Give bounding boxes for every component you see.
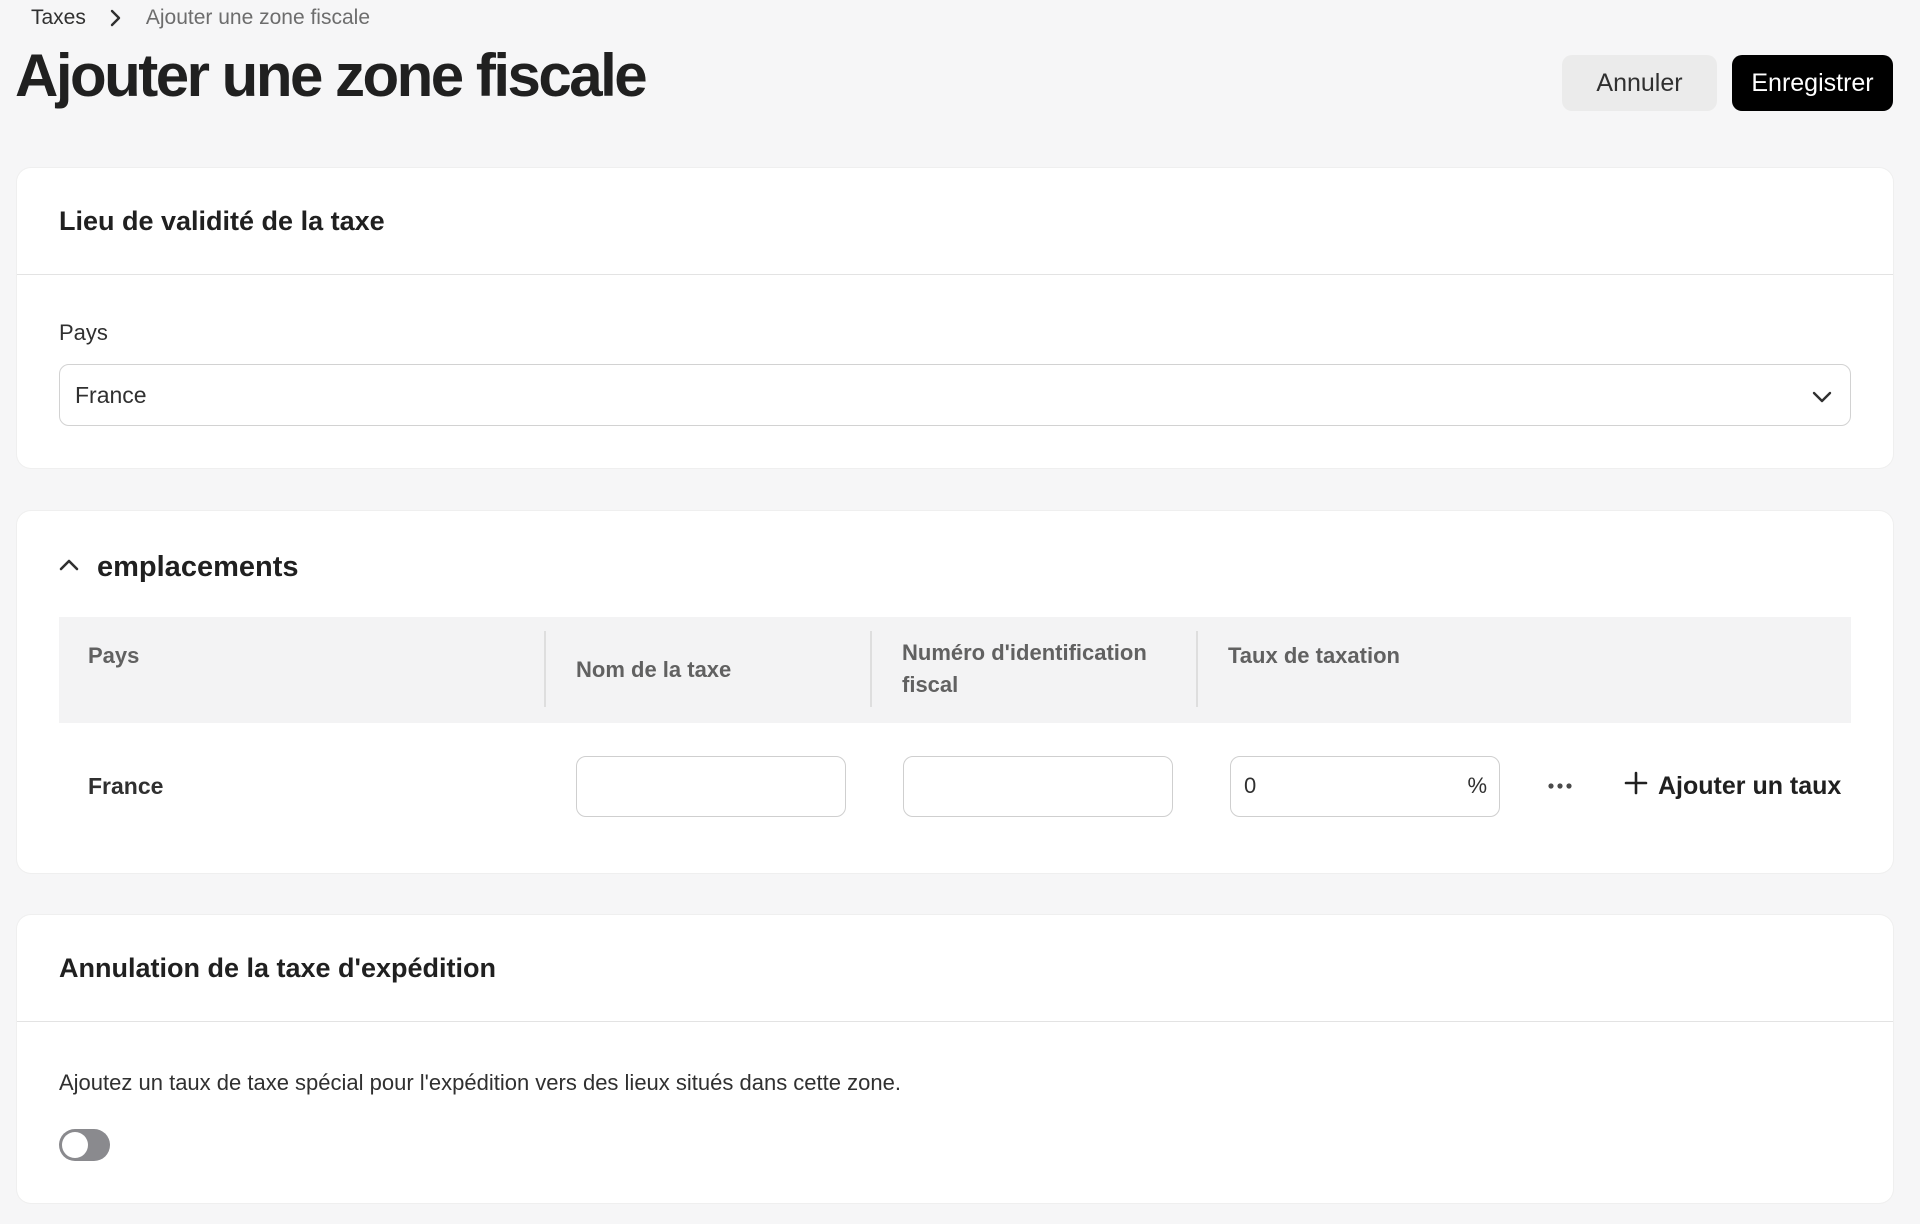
add-rate-button[interactable]: Ajouter un taux — [1624, 771, 1841, 802]
validity-card: Lieu de validité de la taxe Pays France — [17, 168, 1893, 468]
tax-rate-input[interactable]: 0 % — [1230, 755, 1500, 817]
chevron-up-icon — [59, 558, 79, 576]
row-country: France — [88, 772, 164, 799]
column-header-tax-rate-label: Taux de taxation — [1228, 643, 1400, 668]
chevron-right-icon — [110, 9, 122, 27]
locations-card: emplacements Pays Nom de la taxe Numéro … — [17, 511, 1893, 873]
country-label: Pays — [59, 320, 108, 345]
column-header-tax-id: Numéro d'identification fiscal — [872, 617, 1198, 723]
tax-name-input[interactable] — [576, 755, 846, 817]
shipping-override-toggle[interactable] — [59, 1129, 110, 1161]
column-header-country: Pays — [59, 617, 546, 723]
shipping-override-header: Annulation de la taxe d'expédition — [17, 915, 1893, 1022]
breadcrumb-current: Ajouter une zone fiscale — [145, 6, 370, 29]
locations-title: emplacements — [97, 550, 299, 583]
tax-rate-value: 0 — [1244, 773, 1257, 798]
plus-icon — [1624, 771, 1648, 802]
shipping-override-description: Ajoutez un taux de taxe spécial pour l'e… — [59, 1070, 901, 1095]
add-rate-label: Ajouter un taux — [1658, 771, 1842, 800]
locations-collapse-toggle[interactable]: emplacements — [59, 547, 299, 587]
country-select-value: France — [75, 381, 147, 408]
column-header-tax-id-label: Numéro d'identification fiscal — [902, 640, 1147, 697]
country-select[interactable]: France — [59, 364, 1851, 426]
table-row: France 0 % Ajouter un taux — [59, 723, 1851, 849]
validity-card-header: Lieu de validité de la taxe — [17, 168, 1893, 275]
locations-table-header: Pays Nom de la taxe Numéro d'identificat… — [59, 617, 1851, 723]
column-header-tax-name-label: Nom de la taxe — [576, 657, 732, 682]
shipping-override-title: Annulation de la taxe d'expédition — [59, 952, 496, 983]
toggle-knob — [62, 1132, 88, 1158]
chevron-down-icon — [1812, 382, 1832, 409]
validity-title: Lieu de validité de la taxe — [59, 205, 385, 236]
tax-rate-unit: % — [1467, 773, 1487, 798]
breadcrumb: Taxes Ajouter une zone fiscale — [31, 4, 370, 32]
tax-id-input[interactable] — [903, 755, 1173, 817]
column-header-tax-name: Nom de la taxe — [546, 617, 872, 723]
header-actions: Annuler Enregistrer — [1562, 55, 1893, 111]
column-header-tax-rate: Taux de taxation — [1198, 617, 1851, 723]
cancel-button[interactable]: Annuler — [1562, 55, 1717, 111]
more-horizontal-icon[interactable] — [1544, 770, 1576, 802]
save-button[interactable]: Enregistrer — [1732, 55, 1893, 111]
column-header-country-label: Pays — [88, 643, 140, 668]
page-title: Ajouter une zone fiscale — [15, 42, 648, 109]
shipping-override-card: Annulation de la taxe d'expédition Ajout… — [17, 915, 1893, 1203]
breadcrumb-link-taxes[interactable]: Taxes — [31, 6, 86, 30]
